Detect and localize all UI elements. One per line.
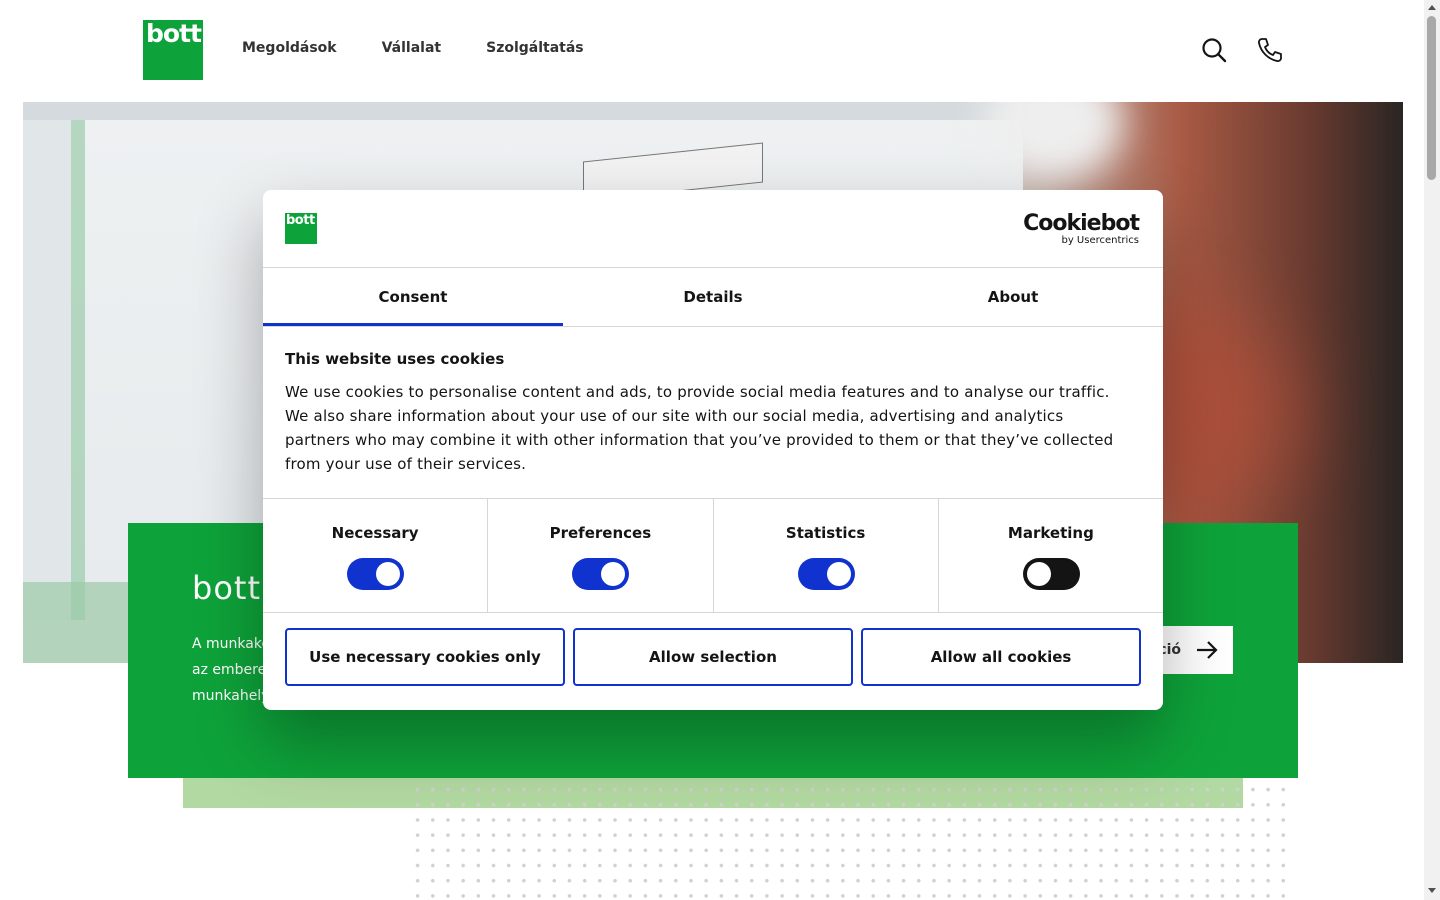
allow-selection-button[interactable]: Allow selection — [573, 628, 853, 686]
toggle-knob — [376, 562, 401, 586]
cookiebot-logo-sub: by Usercentrics — [1061, 235, 1139, 246]
page-scrollbar[interactable] — [1424, 0, 1440, 900]
use-necessary-only-button[interactable]: Use necessary cookies only — [285, 628, 565, 686]
tab-about[interactable]: About — [863, 268, 1163, 326]
dialog-bott-logo: bott — [285, 213, 317, 244]
category-label: Preferences — [549, 524, 652, 542]
category-marketing: Marketing — [939, 499, 1163, 613]
toggle-knob — [601, 562, 626, 586]
tab-details[interactable]: Details — [563, 268, 863, 326]
dialog-body-text: We use cookies to personalise content an… — [285, 383, 1114, 473]
tab-consent[interactable]: Consent — [263, 268, 563, 326]
divider — [263, 612, 1163, 613]
category-label: Marketing — [1007, 524, 1094, 542]
toggle-knob — [1026, 562, 1051, 586]
dialog-logo-text: bott — [286, 213, 315, 228]
cookiebot-logo[interactable]: Cookiebot by Usercentrics — [1023, 211, 1140, 246]
preferences-toggle[interactable] — [572, 558, 630, 590]
scroll-thumb[interactable] — [1427, 16, 1436, 180]
category-label: Statistics — [785, 524, 866, 542]
cookiebot-logo-main: Cookiebot — [1023, 211, 1140, 236]
dialog-buttons: Use necessary cookies only Allow selecti… — [285, 628, 1141, 686]
dialog-heading: This website uses cookies — [285, 350, 505, 368]
category-label: Necessary — [331, 524, 419, 542]
marketing-toggle[interactable] — [1022, 558, 1080, 590]
cookie-consent-dialog: bott Cookiebot by Usercentrics Consent D… — [263, 190, 1163, 710]
scroll-up-arrow-icon[interactable] — [1428, 5, 1436, 10]
scroll-down-arrow-icon[interactable] — [1428, 888, 1436, 893]
divider — [263, 326, 1163, 327]
category-statistics: Statistics — [714, 499, 939, 613]
category-necessary: Necessary — [263, 499, 489, 613]
statistics-toggle[interactable] — [797, 558, 855, 590]
dialog-tabs: Consent Details About — [263, 268, 1163, 326]
category-preferences: Preferences — [488, 499, 714, 613]
allow-all-cookies-button[interactable]: Allow all cookies — [861, 628, 1141, 686]
toggle-knob — [826, 562, 851, 586]
cookie-category-toggles: Necessary Preferences Statistics Marketi… — [263, 499, 1163, 613]
necessary-toggle[interactable] — [347, 558, 405, 590]
